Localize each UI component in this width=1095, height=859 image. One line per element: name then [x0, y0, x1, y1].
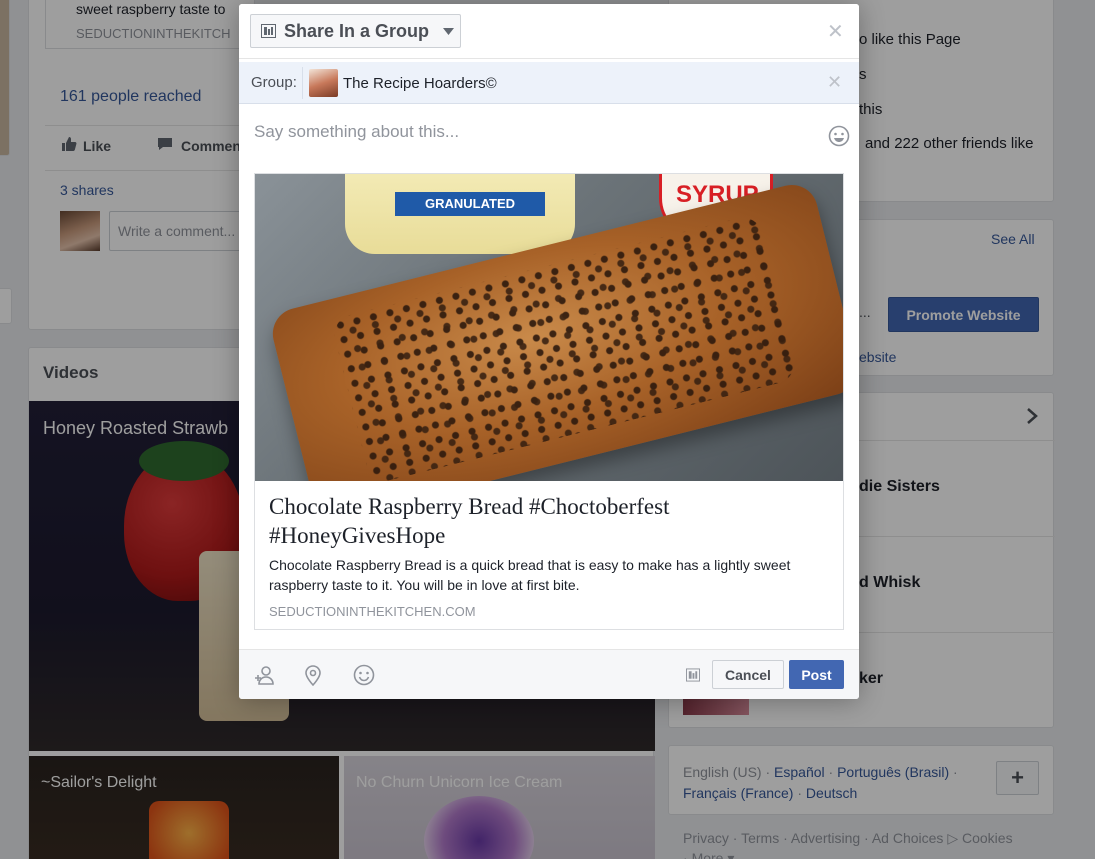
tag-friends-icon[interactable]: [254, 664, 276, 691]
emoji-icon[interactable]: [828, 125, 850, 152]
share-button-label: Share In a Group: [284, 20, 430, 41]
share-dialog: Share In a Group ✕ Group: The Recipe Hoa…: [239, 4, 859, 699]
share-destination-dropdown[interactable]: Share In a Group: [250, 14, 461, 48]
group-selector-row: Group: The Recipe Hoarders© ✕: [239, 62, 859, 104]
link-preview[interactable]: GRANULATED SYRUP Chocolate Raspberry Bre…: [254, 173, 844, 630]
group-name: The Recipe Hoarders©: [343, 74, 497, 92]
sugar-bag-shape: GRANULATED: [345, 174, 575, 254]
preview-image: GRANULATED SYRUP: [255, 174, 843, 481]
location-pin-icon[interactable]: [304, 664, 322, 691]
dialog-header: Share In a Group ✕: [239, 4, 859, 59]
preview-description: Chocolate Raspberry Bread is a quick bre…: [269, 557, 791, 593]
group-token[interactable]: The Recipe Hoarders©: [302, 67, 602, 99]
cancel-button[interactable]: Cancel: [712, 660, 784, 689]
audience-icon[interactable]: [686, 668, 700, 687]
group-thumbnail: [309, 69, 338, 97]
preview-source: SEDUCTIONINTHEKITCHEN.COM: [269, 604, 476, 619]
caret-down-icon: [443, 27, 455, 35]
post-button[interactable]: Post: [789, 660, 844, 689]
dialog-footer: Cancel Post: [239, 649, 859, 699]
cancel-label: Cancel: [725, 666, 771, 683]
group-icon: [261, 24, 276, 38]
group-label: Group:: [251, 74, 297, 91]
post-label: Post: [801, 666, 832, 683]
preview-title[interactable]: Chocolate Raspberry Bread #Choctoberfest…: [269, 492, 809, 550]
sugar-bag-label: GRANULATED: [395, 192, 545, 216]
bag-label-text: GRANULATED: [424, 196, 516, 211]
close-icon[interactable]: ✕: [827, 19, 844, 44]
post-text-input[interactable]: Say something about this...: [254, 122, 459, 142]
remove-group-icon[interactable]: ✕: [827, 72, 842, 93]
feeling-icon[interactable]: [353, 664, 375, 691]
